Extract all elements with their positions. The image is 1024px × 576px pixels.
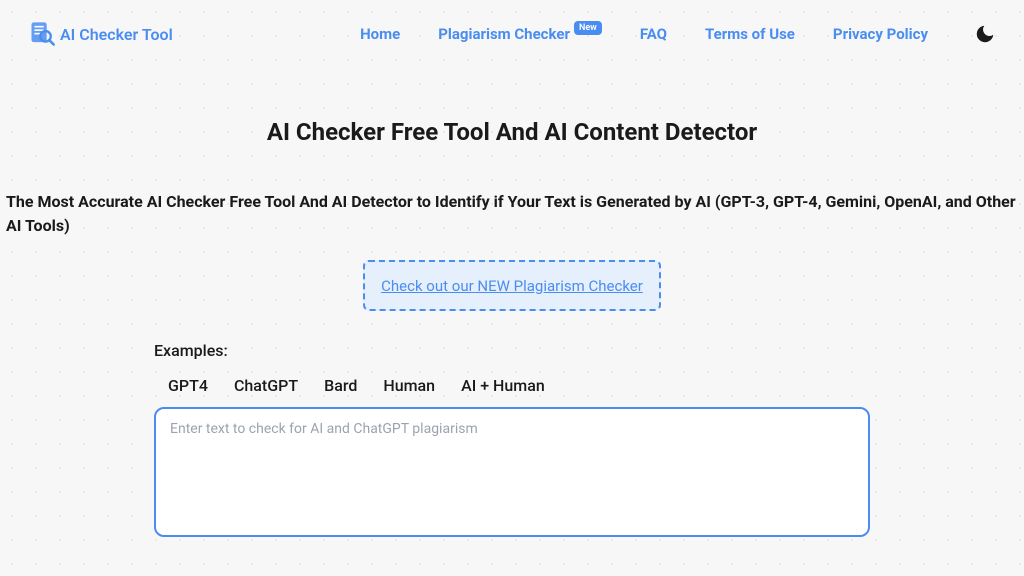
nav-plagiarism-checker[interactable]: Plagiarism Checker New <box>438 25 602 43</box>
tab-human[interactable]: Human <box>383 376 435 395</box>
tab-gpt4[interactable]: GPT4 <box>168 376 208 395</box>
logo-text: AI Checker Tool <box>60 25 173 44</box>
nav-faq[interactable]: FAQ <box>640 25 667 43</box>
new-badge: New <box>574 21 602 35</box>
promo-box: Check out our NEW Plagiarism Checker <box>363 260 661 311</box>
page-subtitle: The Most Accurate AI Checker Free Tool A… <box>0 190 1024 238</box>
nav-plagiarism-label: Plagiarism Checker <box>438 25 570 43</box>
examples-label: Examples: <box>154 341 870 360</box>
nav-privacy[interactable]: Privacy Policy <box>833 25 928 43</box>
input-area: Examples: GPT4 ChatGPT Bard Human AI + H… <box>0 341 1024 541</box>
promo-wrapper: Check out our NEW Plagiarism Checker <box>0 260 1024 311</box>
dark-mode-toggle[interactable] <box>974 23 996 45</box>
logo-link[interactable]: AI Checker Tool <box>28 20 173 48</box>
tab-chatgpt[interactable]: ChatGPT <box>234 376 298 395</box>
text-input[interactable] <box>154 407 870 537</box>
main-content: AI Checker Free Tool And AI Content Dete… <box>0 68 1024 541</box>
header: AI Checker Tool Home Plagiarism Checker … <box>0 0 1024 68</box>
tab-ai-human[interactable]: AI + Human <box>461 376 545 395</box>
moon-icon <box>974 23 996 45</box>
nav-home[interactable]: Home <box>360 25 400 43</box>
main-nav: Home Plagiarism Checker New FAQ Terms of… <box>360 23 996 45</box>
nav-terms[interactable]: Terms of Use <box>705 25 795 43</box>
magnifier-document-icon <box>28 20 56 48</box>
page-title: AI Checker Free Tool And AI Content Dete… <box>0 118 1024 146</box>
promo-link[interactable]: Check out our NEW Plagiarism Checker <box>381 277 643 295</box>
tab-bard[interactable]: Bard <box>324 376 357 395</box>
example-tabs: GPT4 ChatGPT Bard Human AI + Human <box>154 376 870 395</box>
